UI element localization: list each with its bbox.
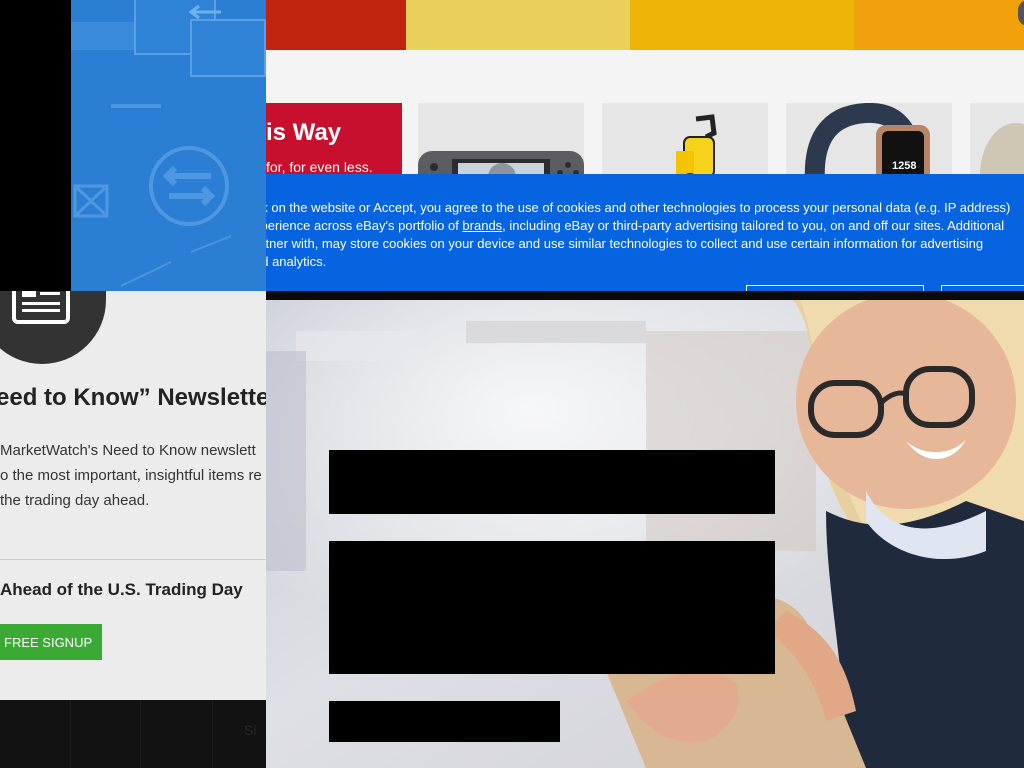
footer-text-fragment: Si: [244, 722, 257, 738]
category-color-stripe: [630, 0, 854, 50]
newsletter-description-line: the trading day ahead.: [0, 492, 150, 509]
footer-column-divider: [140, 700, 141, 768]
ebay-homepage: is Way for, for even less. 1258 nk on th…: [266, 0, 1024, 291]
category-color-stripe: [266, 0, 406, 50]
cookie-text-line: artner with, may store cookies on your d…: [266, 236, 984, 251]
brands-link[interactable]: brands: [462, 218, 502, 233]
cookie-text-line: xperience across eBay's portfolio of bra…: [266, 218, 1005, 233]
section-divider: [0, 559, 266, 560]
hero-photo-woman-with-tablet: [266, 291, 1024, 768]
promo-headline: is Way: [266, 119, 342, 146]
blue-illustration-tile: [71, 0, 266, 291]
newsletter-description: MarketWatch's Need to Know newslett o th…: [0, 438, 266, 513]
newsletter-title: eed to Know” Newslette: [0, 384, 266, 411]
cookie-consent-banner: nk on the website or Accept, you agree t…: [266, 174, 1024, 291]
newsletter-description-line: o the most important, insightful items r…: [0, 467, 262, 484]
footer-column-divider: [212, 700, 213, 768]
swap-arrows-icon: [149, 146, 229, 226]
redacted-headline: [329, 450, 775, 514]
promo-subline: for, for even less.: [266, 159, 373, 175]
redacted-body-text: [329, 541, 775, 674]
mail-icon: [73, 184, 109, 218]
footer-column-divider: [70, 700, 71, 768]
newsletter-description-line: MarketWatch's Need to Know newslett: [0, 442, 256, 459]
category-color-stripe: [406, 0, 630, 50]
black-edge-panel: [0, 0, 71, 291]
cookie-consent-text: nk on the website or Accept, you agree t…: [266, 199, 1024, 271]
cookie-text-line: nk on the website or Accept, you agree t…: [266, 200, 1011, 215]
transfer-illustration: [71, 0, 266, 287]
footer-strip: Si: [0, 700, 266, 768]
fitness-tracker-display: 1258: [892, 160, 917, 172]
hero-section: [266, 291, 1024, 768]
category-color-stripe: [854, 0, 1024, 50]
free-signup-button[interactable]: FREE SIGNUP: [0, 624, 102, 660]
cookie-text-line: nd analytics.: [266, 254, 327, 269]
redacted-cta-button[interactable]: [329, 701, 560, 742]
newsletter-section-heading: Ahead of the U.S. Trading Day: [0, 580, 243, 599]
section-divider-bar: [266, 291, 1024, 300]
